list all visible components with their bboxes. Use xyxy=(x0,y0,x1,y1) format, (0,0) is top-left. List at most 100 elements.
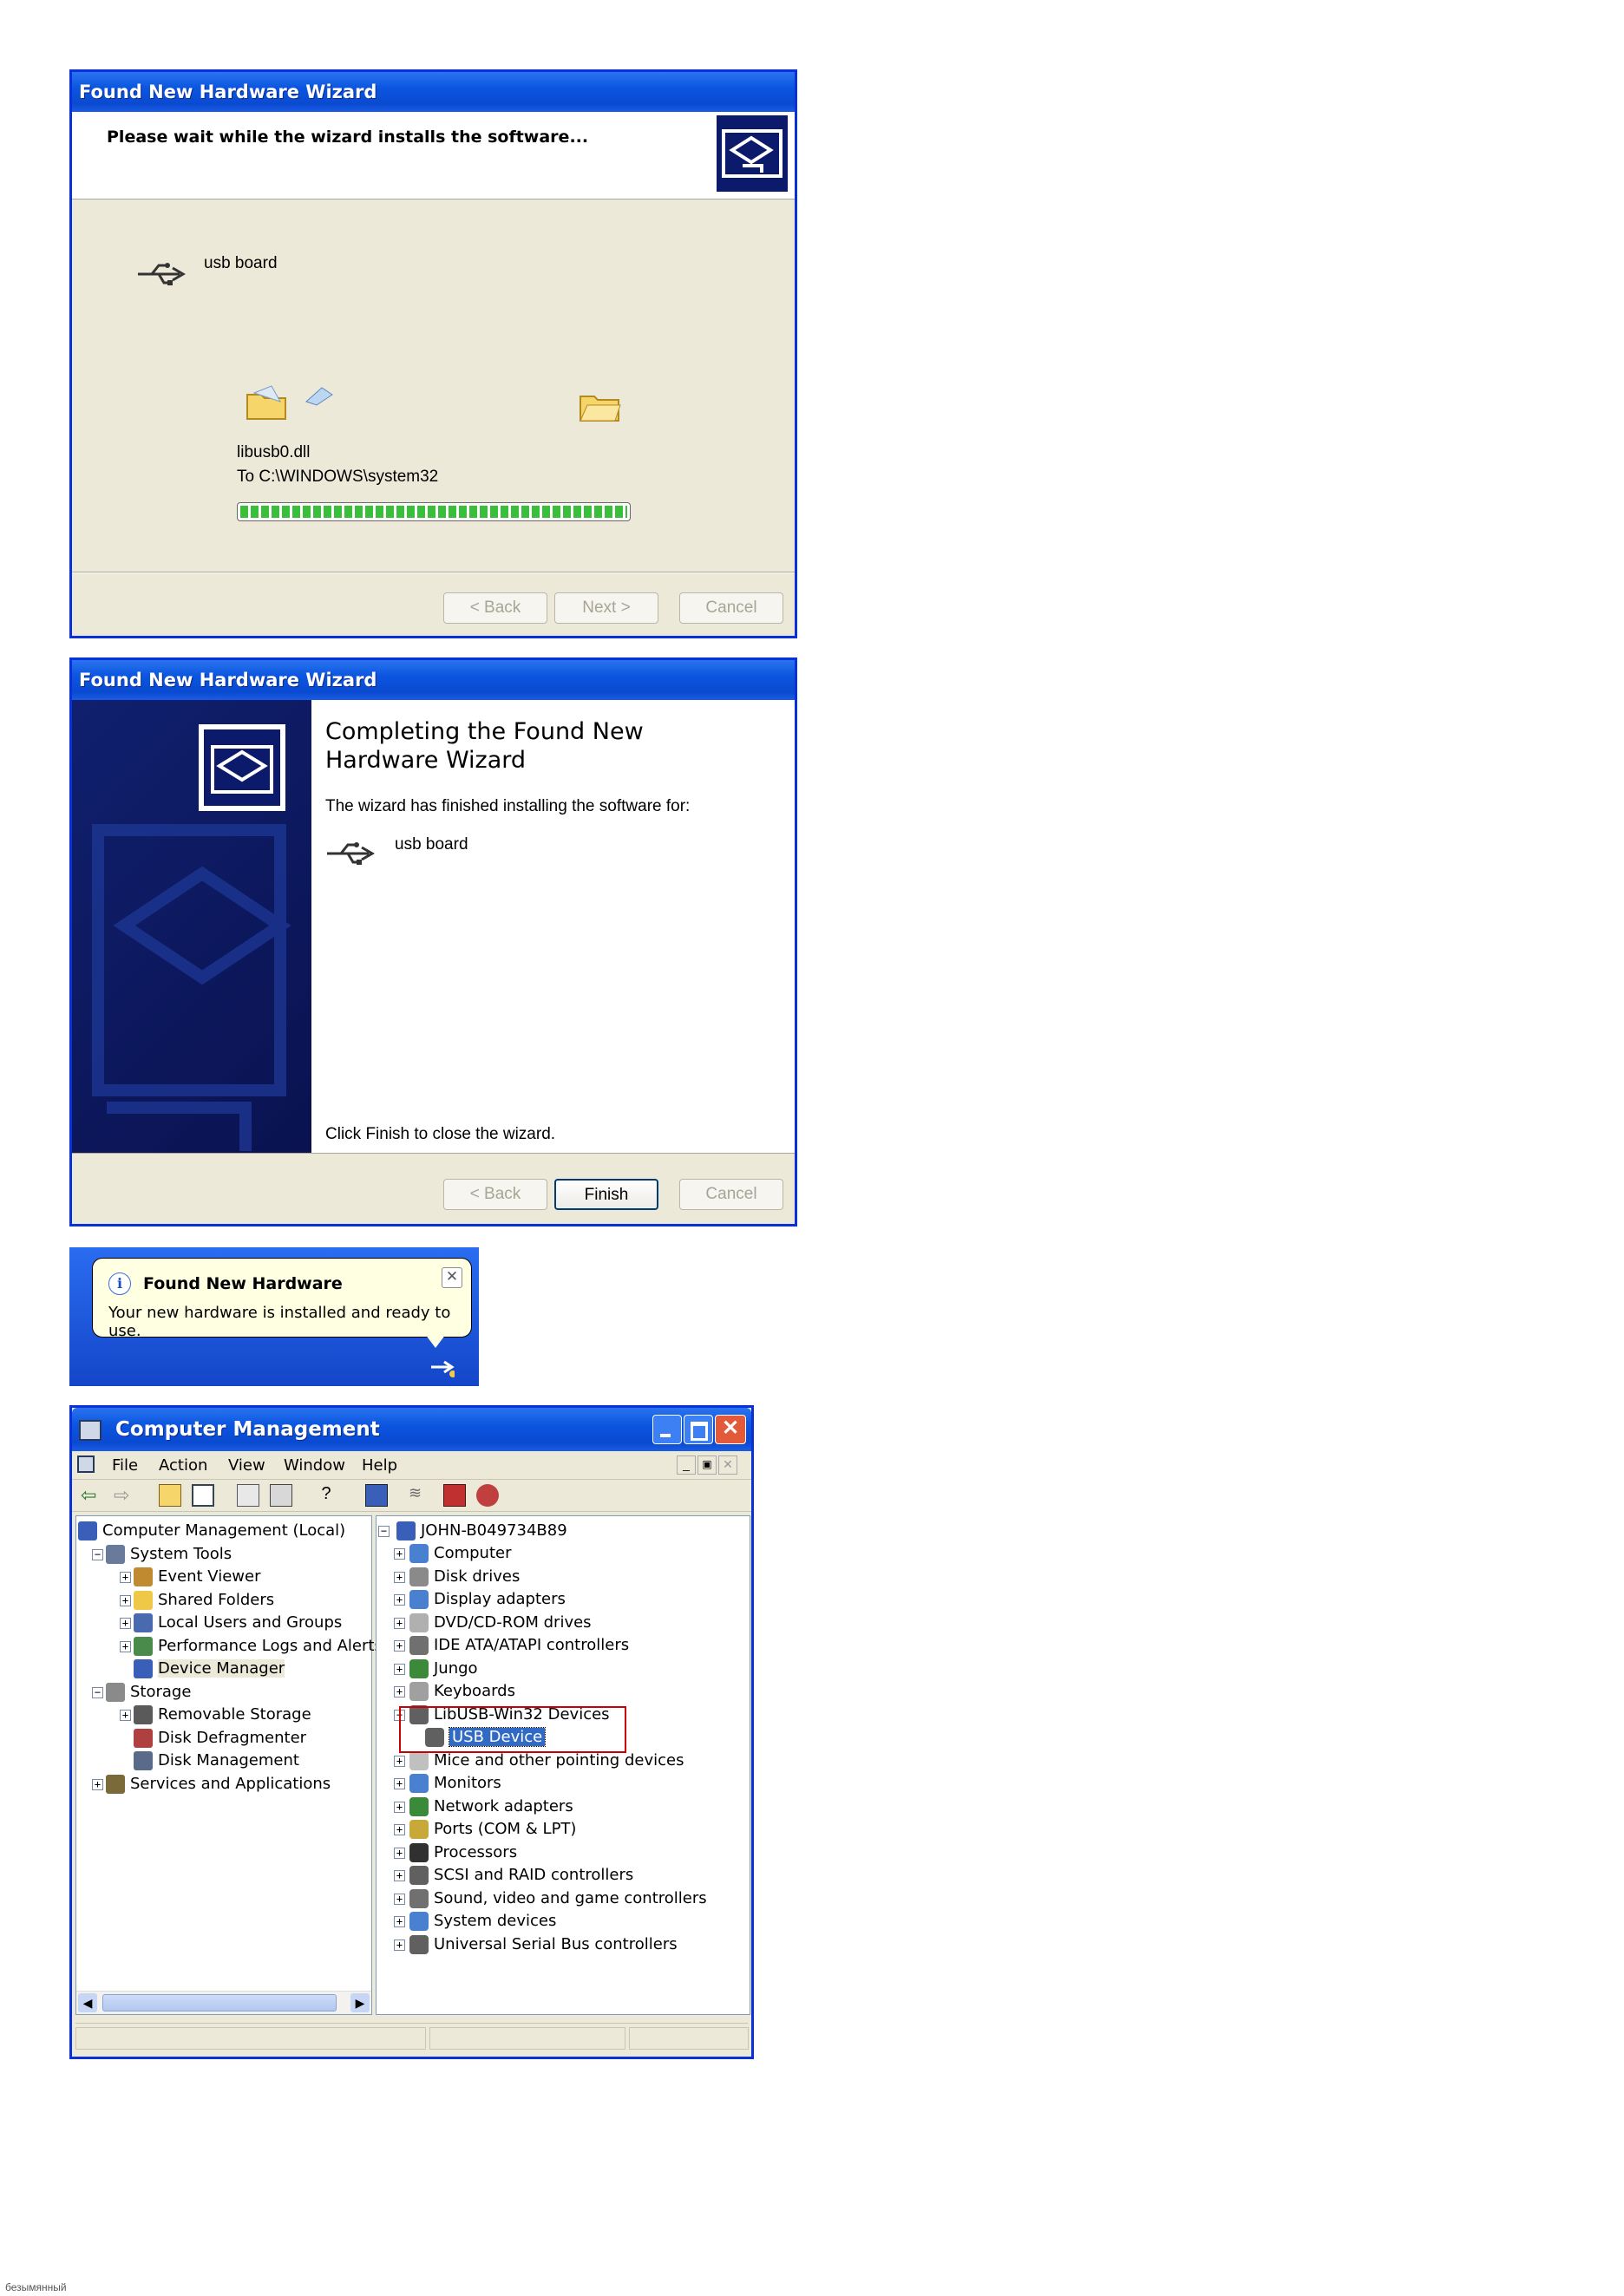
properties-icon[interactable] xyxy=(237,1484,259,1507)
wizard-heading: Please wait while the wizard installs th… xyxy=(107,128,589,147)
show-hide-tree-icon[interactable] xyxy=(192,1484,214,1507)
wizard-complete-window: Found New Hardware Wizard Completing the… xyxy=(69,657,797,1226)
menu-view[interactable]: View xyxy=(228,1456,265,1475)
back-button[interactable]: < Back xyxy=(443,592,547,624)
scan-hardware-icon[interactable] xyxy=(365,1484,388,1507)
device-category-label: Universal Serial Bus controllers xyxy=(434,1934,678,1953)
tray-usb-icon[interactable] xyxy=(429,1353,456,1379)
device-category-item[interactable]: Universal Serial Bus controllers xyxy=(409,1933,678,1956)
expand-toggle[interactable]: + xyxy=(120,1618,131,1629)
horizontal-scrollbar[interactable]: ◀ ▶ xyxy=(76,1991,371,2014)
device-category-item[interactable]: Monitors xyxy=(409,1772,501,1795)
close-button[interactable]: ✕ xyxy=(715,1415,746,1444)
device-category-item[interactable]: Display adapters xyxy=(409,1588,566,1611)
expand-toggle[interactable]: + xyxy=(120,1594,131,1606)
cancel-button[interactable]: Cancel xyxy=(679,1179,783,1210)
left-tree-item[interactable]: Disk Management xyxy=(134,1750,299,1772)
menu-help[interactable]: Help xyxy=(362,1456,397,1475)
uninstall-device-icon[interactable] xyxy=(476,1484,499,1507)
device-category-icon xyxy=(409,1590,429,1609)
left-tree-item-label: Storage xyxy=(130,1682,192,1701)
device-manager-pane[interactable]: − JOHN-B049734B89 + Computer + Disk drives + Di… xyxy=(376,1515,750,2015)
left-tree-item[interactable]: System Tools xyxy=(106,1543,232,1566)
device-category-item[interactable]: SCSI and RAID controllers xyxy=(409,1864,633,1887)
device-category-item[interactable]: IDE ATA/ATAPI controllers xyxy=(409,1634,629,1657)
left-tree-item[interactable]: Event Viewer xyxy=(134,1566,260,1588)
up-folder-icon[interactable] xyxy=(159,1484,181,1507)
expand-toggle[interactable]: + xyxy=(394,1617,405,1629)
device-category-item[interactable]: Disk drives xyxy=(409,1566,520,1588)
left-tree-item[interactable]: Performance Logs and Alerts xyxy=(134,1635,383,1658)
device-category-item[interactable]: Processors xyxy=(409,1841,517,1864)
update-driver-icon[interactable]: ≋ xyxy=(409,1484,431,1507)
expand-toggle[interactable]: + xyxy=(394,1824,405,1835)
expand-toggle[interactable]: + xyxy=(394,1640,405,1652)
cancel-button[interactable]: Cancel xyxy=(679,592,783,624)
mdi-close-icon[interactable]: ✕ xyxy=(718,1455,737,1475)
left-tree-item[interactable]: Device Manager xyxy=(134,1658,285,1680)
device-category-item[interactable]: Keyboards xyxy=(409,1680,515,1703)
expand-toggle[interactable]: + xyxy=(394,1548,405,1560)
left-tree-item[interactable]: Services and Applications xyxy=(106,1773,331,1796)
expand-toggle[interactable]: + xyxy=(394,1755,405,1767)
mdi-restore-icon[interactable]: ▣ xyxy=(697,1455,717,1475)
device-category-item[interactable]: Network adapters xyxy=(409,1796,573,1818)
expand-toggle[interactable]: + xyxy=(394,1686,405,1697)
expand-toggle[interactable]: − xyxy=(92,1686,103,1698)
minimize-button[interactable] xyxy=(652,1415,682,1444)
next-button[interactable]: Next > xyxy=(554,592,658,624)
help-icon[interactable]: ? xyxy=(315,1484,337,1507)
menu-app-icon[interactable] xyxy=(77,1455,95,1473)
device-category-item[interactable]: Jungo xyxy=(409,1658,478,1680)
close-icon[interactable]: ✕ xyxy=(442,1267,462,1288)
collapse-toggle[interactable]: − xyxy=(378,1525,390,1537)
menu-action[interactable]: Action xyxy=(159,1456,207,1475)
expand-toggle[interactable]: + xyxy=(394,1916,405,1927)
maximize-button[interactable] xyxy=(684,1415,713,1444)
expand-toggle[interactable]: + xyxy=(120,1710,131,1721)
print-icon[interactable] xyxy=(270,1484,292,1507)
device-category-item[interactable]: DVD/CD-ROM drives xyxy=(409,1612,592,1634)
wizard-header: Please wait while the wizard installs th… xyxy=(72,112,795,200)
back-arrow-icon[interactable]: ⇦ xyxy=(81,1484,103,1507)
left-tree-item[interactable]: Disk Defragmenter xyxy=(134,1727,306,1750)
expand-toggle[interactable]: + xyxy=(394,1893,405,1905)
expand-toggle[interactable]: + xyxy=(394,1801,405,1813)
expand-toggle[interactable]: + xyxy=(394,1847,405,1859)
left-tree-item[interactable]: Shared Folders xyxy=(134,1589,274,1612)
left-tree-item[interactable]: Removable Storage xyxy=(134,1704,311,1726)
device-tree-root[interactable]: − JOHN-B049734B89 xyxy=(378,1520,567,1542)
left-tree-item[interactable]: Storage xyxy=(106,1681,191,1704)
scroll-right-arrow[interactable]: ▶ xyxy=(350,1993,370,2012)
device-category-item[interactable]: Sound, video and game controllers xyxy=(409,1887,707,1910)
device-category-icon xyxy=(409,1682,429,1701)
expand-toggle[interactable]: + xyxy=(394,1870,405,1881)
balloon-title: Found New Hardware xyxy=(143,1274,343,1293)
left-tree-item[interactable]: Computer Management (Local) xyxy=(78,1520,345,1542)
expand-toggle[interactable]: + xyxy=(394,1939,405,1951)
device-category-icon xyxy=(409,1774,429,1793)
scroll-thumb[interactable] xyxy=(102,1994,337,2011)
expand-toggle[interactable]: + xyxy=(92,1778,103,1790)
device-category-item[interactable]: System devices xyxy=(409,1910,556,1933)
forward-arrow-icon[interactable]: ⇨ xyxy=(114,1484,136,1507)
finish-button[interactable]: Finish xyxy=(554,1179,658,1210)
left-tree-pane[interactable]: Computer Management (Local) − System Tools… xyxy=(75,1515,383,2015)
menu-window[interactable]: Window xyxy=(284,1456,345,1475)
expand-toggle[interactable]: + xyxy=(394,1663,405,1675)
back-button[interactable]: < Back xyxy=(443,1179,547,1210)
expand-toggle[interactable]: + xyxy=(394,1571,405,1583)
disable-device-icon[interactable] xyxy=(443,1484,466,1507)
device-category-item[interactable]: Computer xyxy=(409,1542,511,1565)
status-bar xyxy=(75,2023,749,2053)
mdi-minimize-icon[interactable]: _ xyxy=(677,1455,696,1475)
menu-file[interactable]: File xyxy=(112,1456,138,1475)
expand-toggle[interactable]: + xyxy=(394,1778,405,1789)
expand-toggle[interactable]: + xyxy=(120,1640,131,1652)
left-tree-item[interactable]: Local Users and Groups xyxy=(134,1612,342,1634)
expand-toggle[interactable]: + xyxy=(120,1572,131,1583)
expand-toggle[interactable]: − xyxy=(92,1548,103,1560)
device-category-item[interactable]: Ports (COM & LPT) xyxy=(409,1818,576,1841)
expand-toggle[interactable]: + xyxy=(394,1594,405,1606)
scroll-left-arrow[interactable]: ◀ xyxy=(78,1993,97,2012)
